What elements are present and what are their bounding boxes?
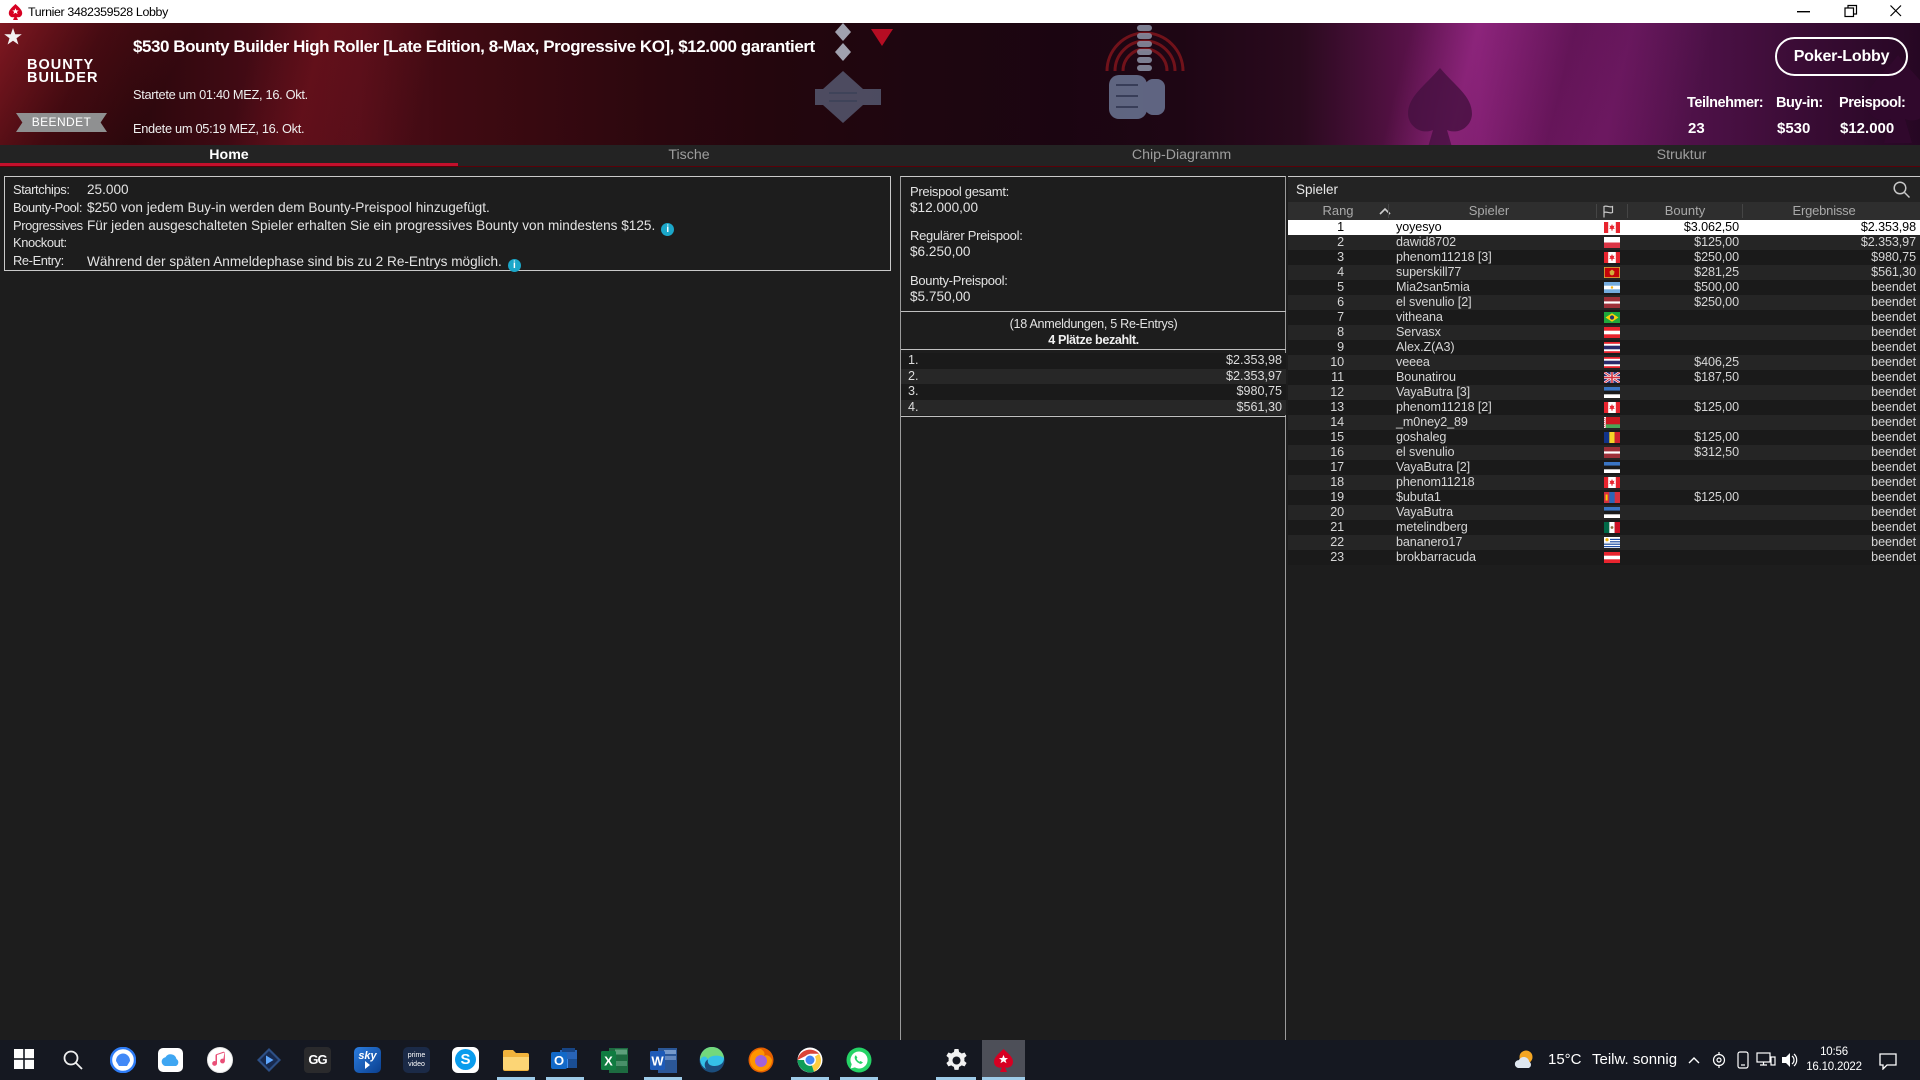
svg-text:X: X: [604, 1054, 613, 1069]
svg-text:W: W: [651, 1054, 664, 1069]
svg-text:O: O: [554, 1053, 564, 1068]
